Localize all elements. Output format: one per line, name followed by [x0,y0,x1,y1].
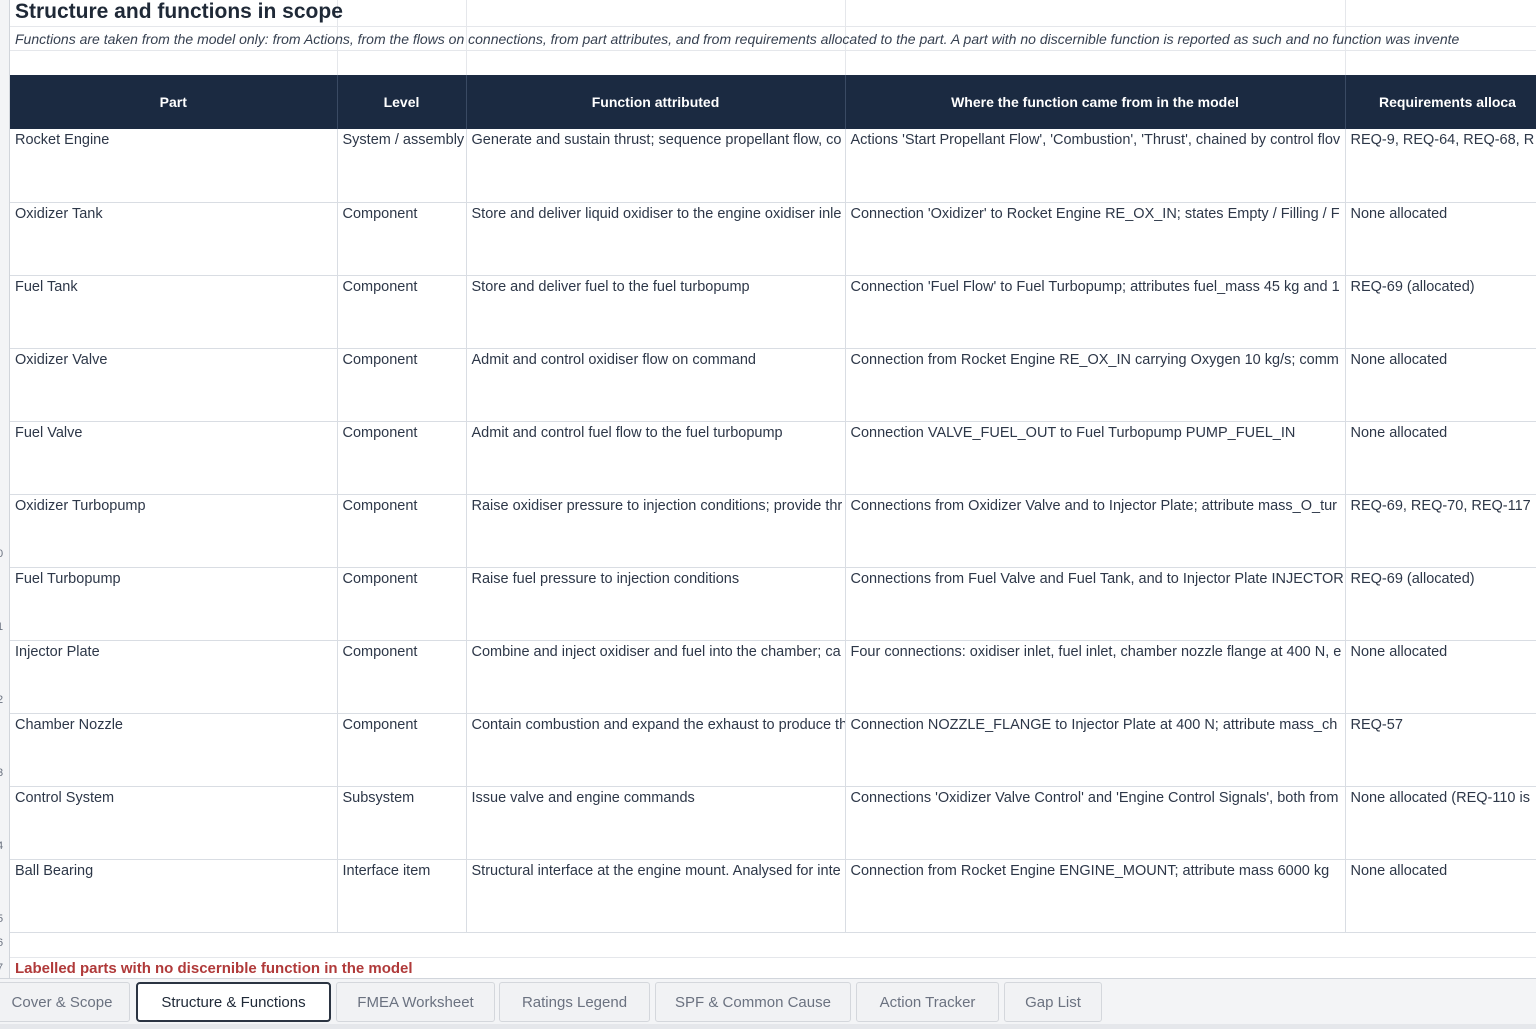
cell-source[interactable]: Connection 'Fuel Flow' to Fuel Turbopump… [845,275,1346,349]
grid-line [10,26,1536,27]
row-number: 6 [0,937,9,949]
cell-source[interactable]: Connection from Rocket Engine RE_OX_IN c… [845,348,1346,422]
cell-source[interactable]: Connections 'Oxidizer Valve Control' and… [845,786,1346,860]
cell-source[interactable]: Connection NOZZLE_FLANGE to Injector Pla… [845,713,1346,787]
row-number: 2 [0,694,9,706]
cell-level[interactable]: Component [337,640,467,714]
cell-part[interactable]: Control System [10,786,338,860]
cell-requirements[interactable]: None allocated [1345,421,1536,495]
cell-part[interactable]: Fuel Tank [10,275,338,349]
cell-requirements[interactable]: REQ-57 [1345,713,1536,787]
cell-requirements[interactable]: REQ-69 (allocated) [1345,567,1536,641]
cell-level[interactable]: Component [337,567,467,641]
cell-level[interactable]: System / assembly [337,129,467,203]
section-heading-no-function[interactable]: Labelled parts with no discernible funct… [15,960,413,977]
cell-level[interactable]: Component [337,421,467,495]
cell-requirements[interactable]: None allocated [1345,202,1536,276]
cell-level[interactable]: Component [337,494,467,568]
table-row: Control System Subsystem Issue valve and… [10,786,1536,860]
table-row: Oxidizer Turbopump Component Raise oxidi… [10,494,1536,568]
row-number-gutter: 0 1 2 3 4 5 6 7 [0,0,10,978]
cell-part[interactable]: Injector Plate [10,640,338,714]
sheet-title[interactable]: Structure and functions in scope [15,0,343,24]
cell-part[interactable]: Ball Bearing [10,859,338,933]
tab-fmea-worksheet[interactable]: FMEA Worksheet [336,982,495,1022]
cell-level[interactable]: Component [337,202,467,276]
cell-function[interactable]: Admit and control oxidiser flow on comma… [466,348,846,422]
tab-structure-functions[interactable]: Structure & Functions [136,982,331,1022]
table-row: Oxidizer Tank Component Store and delive… [10,202,1536,276]
column-header-source[interactable]: Where the function came from in the mode… [845,75,1346,129]
cell-source[interactable]: Connection 'Oxidizer' to Rocket Engine R… [845,202,1346,276]
cell-function[interactable]: Structural interface at the engine mount… [466,859,846,933]
tab-cover-scope[interactable]: Cover & Scope [0,982,130,1022]
cell-part[interactable]: Oxidizer Turbopump [10,494,338,568]
cell-part[interactable]: Rocket Engine [10,129,338,203]
cell-requirements[interactable]: None allocated [1345,859,1536,933]
tab-action-tracker[interactable]: Action Tracker [856,982,999,1022]
cell-requirements[interactable]: None allocated (REQ-110 is [1345,786,1536,860]
cell-function[interactable]: Raise fuel pressure to injection conditi… [466,567,846,641]
grid-line [10,50,1536,51]
cell-function[interactable]: Admit and control fuel flow to the fuel … [466,421,846,495]
table-row: Fuel Tank Component Store and deliver fu… [10,275,1536,349]
cell-level[interactable]: Subsystem [337,786,467,860]
column-header-level[interactable]: Level [337,75,467,129]
cell-level[interactable]: Interface item [337,859,467,933]
column-header-requirements[interactable]: Requirements alloca [1345,75,1536,129]
cell-function[interactable]: Issue valve and engine commands [466,786,846,860]
table-row: Chamber Nozzle Component Contain combust… [10,713,1536,787]
structure-functions-table: Part Level Function attributed Where the… [10,75,1536,933]
cell-requirements[interactable]: REQ-69, REQ-70, REQ-117 [1345,494,1536,568]
cell-requirements[interactable]: REQ-9, REQ-64, REQ-68, R [1345,129,1536,203]
empty-row[interactable] [10,932,1536,958]
table-row: Fuel Turbopump Component Raise fuel pres… [10,567,1536,641]
row-number: 1 [0,621,9,633]
cell-function[interactable]: Contain combustion and expand the exhaus… [466,713,846,787]
window-bottom-edge [0,1024,1536,1029]
table-row: Ball Bearing Interface item Structural i… [10,859,1536,933]
cell-function[interactable]: Combine and inject oxidiser and fuel int… [466,640,846,714]
cell-part[interactable]: Fuel Valve [10,421,338,495]
cell-part[interactable]: Fuel Turbopump [10,567,338,641]
cell-function[interactable]: Store and deliver liquid oxidiser to the… [466,202,846,276]
column-header-part[interactable]: Part [10,75,338,129]
tab-spf-common-cause[interactable]: SPF & Common Cause [655,982,851,1022]
cell-source[interactable]: Actions 'Start Propellant Flow', 'Combus… [845,129,1346,203]
table-row: Rocket Engine System / assembly Generate… [10,129,1536,203]
cell-part[interactable]: Oxidizer Valve [10,348,338,422]
cell-function[interactable]: Generate and sustain thrust; sequence pr… [466,129,846,203]
table-row: Oxidizer Valve Component Admit and contr… [10,348,1536,422]
cell-level[interactable]: Component [337,348,467,422]
cell-source[interactable]: Connections from Fuel Valve and Fuel Tan… [845,567,1346,641]
cell-part[interactable]: Chamber Nozzle [10,713,338,787]
row-number: 4 [0,840,9,852]
cell-part[interactable]: Oxidizer Tank [10,202,338,276]
spreadsheet-grid[interactable]: 0 1 2 3 4 5 6 7 Structure and functions … [0,0,1536,978]
cell-requirements[interactable]: REQ-69 (allocated) [1345,275,1536,349]
sheet-subtitle[interactable]: Functions are taken from the model only:… [15,31,1459,48]
table-row: Fuel Valve Component Admit and control f… [10,421,1536,495]
row-number: 3 [0,767,9,779]
cell-source[interactable]: Four connections: oxidiser inlet, fuel i… [845,640,1346,714]
cell-level[interactable]: Component [337,713,467,787]
cell-function[interactable]: Raise oxidiser pressure to injection con… [466,494,846,568]
row-number: 0 [0,548,9,560]
cell-requirements[interactable]: None allocated [1345,348,1536,422]
table-row: Injector Plate Component Combine and inj… [10,640,1536,714]
tab-ratings-legend[interactable]: Ratings Legend [499,982,650,1022]
table-header-row: Part Level Function attributed Where the… [10,75,1536,129]
tab-gap-list[interactable]: Gap List [1004,982,1102,1022]
cell-source[interactable]: Connection VALVE_FUEL_OUT to Fuel Turbop… [845,421,1346,495]
cell-level[interactable]: Component [337,275,467,349]
row-number: 7 [0,962,9,974]
cell-function[interactable]: Store and deliver fuel to the fuel turbo… [466,275,846,349]
cell-source[interactable]: Connection from Rocket Engine ENGINE_MOU… [845,859,1346,933]
column-header-function[interactable]: Function attributed [466,75,846,129]
sheet-tab-bar: Cover & Scope Structure & Functions FMEA… [0,978,1536,1029]
cell-source[interactable]: Connections from Oxidizer Valve and to I… [845,494,1346,568]
cell-requirements[interactable]: None allocated [1345,640,1536,714]
row-number: 5 [0,913,9,925]
